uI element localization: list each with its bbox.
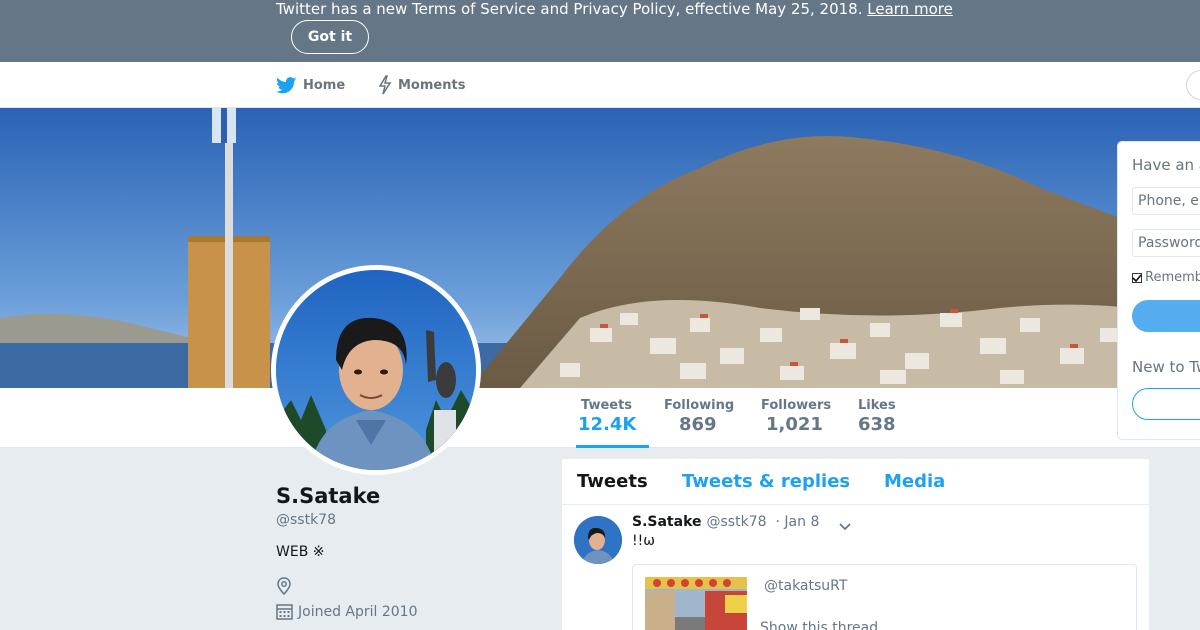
profile-stats-bar: Tweets 12.4K Following 869 Followers 1,0…: [0, 388, 1200, 448]
quoted-tweet[interactable]: @takatsuRT Show this thread: [632, 564, 1137, 630]
profile-avatar[interactable]: [271, 265, 481, 475]
stat-tweets-label: Tweets: [581, 398, 633, 413]
nav-moments-label: Moments: [398, 77, 466, 93]
profile-name[interactable]: S.Satake: [276, 484, 380, 508]
got-it-button[interactable]: Got it: [291, 20, 369, 54]
terms-banner: Twitter has a new Terms of Service and P…: [0, 0, 1200, 62]
tweet-item[interactable]: S.Satake @sstk78 · Jan 8 !!ω @takatsuRT: [562, 505, 1149, 630]
timeline-tabs: Tweets Tweets & replies Media: [562, 459, 1149, 505]
stat-followers[interactable]: Followers 1,021: [759, 398, 833, 448]
new-to-twitter: New to Twitter?: [1132, 358, 1200, 376]
login-button[interactable]: [1132, 300, 1200, 332]
nav-home[interactable]: Home: [276, 62, 345, 108]
tweet-author-handle[interactable]: @sstk78: [707, 514, 767, 530]
twitter-bird-icon: [276, 76, 297, 93]
remember-label: Remember me: [1145, 270, 1200, 285]
stat-followers-label: Followers: [761, 398, 832, 413]
signup-button[interactable]: [1132, 388, 1200, 420]
chevron-down-icon[interactable]: [838, 517, 852, 536]
username-input[interactable]: Phone, email or username: [1132, 187, 1200, 215]
tweet-avatar[interactable]: [574, 516, 622, 564]
stat-following-value: 869: [679, 414, 717, 435]
stat-tweets-value: 12.4K: [578, 414, 637, 435]
profile-header-image: [0, 108, 1200, 388]
password-input[interactable]: Password: [1132, 229, 1200, 257]
tweet-header: S.Satake @sstk78 · Jan 8: [632, 514, 819, 530]
joined-label: Joined April 2010: [298, 603, 418, 620]
lightning-icon: [378, 75, 392, 95]
tweet-text: !!ω: [632, 533, 655, 549]
stat-following[interactable]: Following 869: [662, 398, 736, 448]
banner-text: Twitter has a new Terms of Service and P…: [276, 0, 953, 18]
learn-more-link[interactable]: Learn more: [867, 0, 953, 18]
profile-handle[interactable]: @sstk78: [276, 512, 336, 528]
remember-me[interactable]: Remember me: [1132, 270, 1200, 285]
stat-likes-label: Likes: [858, 398, 896, 413]
stat-tweets[interactable]: Tweets 12.4K: [576, 398, 649, 448]
tweet-date[interactable]: · Jan 8: [776, 514, 820, 530]
top-nav: Home Moments: [0, 62, 1200, 108]
stat-following-label: Following: [664, 398, 735, 413]
stat-followers-value: 1,021: [766, 414, 823, 435]
quoted-tweet-handle: @takatsuRT: [764, 578, 848, 594]
tab-tweets-replies[interactable]: Tweets & replies: [682, 471, 850, 492]
search-circle[interactable]: [1186, 70, 1200, 100]
nav-home-label: Home: [303, 77, 346, 93]
calendar-icon: [276, 604, 293, 620]
stat-likes[interactable]: Likes 638: [856, 398, 898, 448]
login-title: Have an account?: [1132, 156, 1200, 174]
joined-date: Joined April 2010: [276, 603, 418, 620]
tab-tweets[interactable]: Tweets: [577, 471, 648, 492]
stat-likes-value: 638: [858, 414, 896, 435]
banner-message: Twitter has a new Terms of Service and P…: [276, 0, 863, 18]
tab-media[interactable]: Media: [884, 471, 945, 492]
nav-moments[interactable]: Moments: [378, 62, 465, 108]
checkmark-icon: [1132, 273, 1142, 282]
timeline: Tweets Tweets & replies Media S.Satake @…: [562, 459, 1149, 630]
login-card: Have an account? Phone, email or usernam…: [1117, 141, 1200, 440]
remember-checkbox[interactable]: [1132, 272, 1142, 283]
tweet-author-name[interactable]: S.Satake: [632, 514, 702, 530]
show-thread-link[interactable]: Show this thread: [760, 620, 878, 630]
quoted-tweet-image: [645, 577, 747, 630]
profile-bio: WEB ※: [276, 544, 325, 560]
location-icon: [276, 577, 292, 599]
